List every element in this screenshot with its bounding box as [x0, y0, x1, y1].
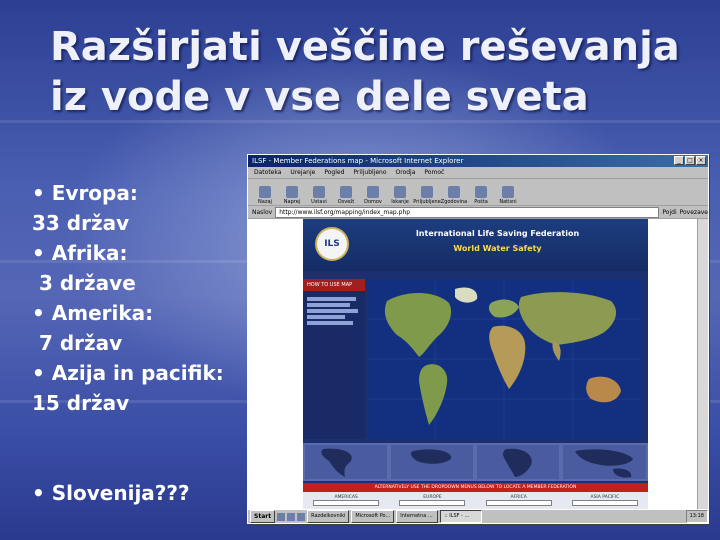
how-to-use-map-button[interactable]: HOW TO USE MAP	[303, 279, 365, 291]
taskbar-item[interactable]: Internetna ...	[396, 510, 439, 523]
bullet-africa-count: 3 države	[32, 271, 136, 295]
world-map[interactable]	[367, 279, 641, 439]
stop-icon	[313, 186, 325, 198]
taskbar-item-active[interactable]: :: ILSF - ...	[440, 510, 483, 523]
africa-select[interactable]	[485, 500, 552, 506]
address-label: Naslov	[252, 208, 273, 216]
browser-menubar: Datoteka Urejanje Pogled Priljubljeno Or…	[248, 167, 708, 179]
menu-view[interactable]: Pogled	[324, 167, 344, 178]
close-icon[interactable]: ×	[696, 156, 706, 165]
quick-launch-icon[interactable]	[297, 512, 306, 521]
bullet-asia-pacific-count: 15 držav	[32, 391, 130, 415]
org-name: International Life Saving Federation	[415, 229, 580, 238]
star-icon	[421, 186, 433, 198]
bullet-europe: • Evropa:	[32, 181, 138, 205]
search-icon	[394, 186, 406, 198]
bullet-americas: • Amerika:	[32, 301, 154, 325]
world-map-graphic	[367, 279, 641, 439]
print-button[interactable]: Natisni	[497, 186, 519, 205]
tagline: World Water Safety	[453, 244, 542, 253]
forward-button[interactable]: Naprej	[281, 186, 303, 205]
slide-title: Razširjati veščine reševanja iz vode v v…	[50, 22, 690, 122]
asia-pacific-select[interactable]	[571, 500, 638, 506]
title-line-2: iz vode v vse dele sveta	[50, 74, 589, 120]
region-picker-header: ALTERNATIVELY USE THE DROPDOWN MENUS BEL…	[303, 483, 648, 492]
bullet-africa: • Afrika:	[32, 241, 128, 265]
menu-tools[interactable]: Orodja	[396, 167, 416, 178]
minimize-icon[interactable]: _	[674, 156, 684, 165]
bullet-asia-pacific: • Azija in pacifik:	[32, 361, 224, 385]
back-arrow-icon	[259, 186, 271, 198]
bullet-list: • Evropa: 33 držav • Afrika: 3 države • …	[32, 178, 252, 508]
region-thumbnails-graphic	[305, 445, 646, 479]
refresh-button[interactable]: Osveži	[335, 186, 357, 205]
ilsf-logo: ILS	[315, 227, 349, 261]
stop-button[interactable]: Ustavi	[308, 186, 330, 205]
menu-favorites[interactable]: Priljubljeno	[353, 167, 386, 178]
ilsf-site: ILS International Life Saving Federation…	[303, 219, 648, 509]
address-input[interactable]: http://www.ilsf.org/mapping/index_map.ph…	[275, 206, 660, 218]
region-pickers: AMERICAS EUROPE AFRICA ASIA PACIFIC	[303, 492, 648, 509]
region-thumbnails	[303, 443, 648, 481]
favorites-button[interactable]: Priljubljene	[413, 186, 441, 205]
history-button[interactable]: Zgodovina	[441, 186, 467, 205]
go-button[interactable]: Pojdi	[662, 209, 676, 216]
browser-titlebar: ILSF - Member Federations map - Microsof…	[248, 155, 708, 167]
picker-africa: AFRICA	[484, 495, 554, 506]
picker-americas: AMERICAS	[311, 495, 381, 506]
address-bar: Naslov http://www.ilsf.org/mapping/index…	[248, 206, 708, 219]
links-button[interactable]: Povezave	[680, 209, 708, 216]
taskbar-item[interactable]: Microsoft Po...	[351, 510, 395, 523]
start-button[interactable]: Start	[250, 510, 276, 523]
system-tray-clock: 13:18	[685, 510, 708, 523]
picker-europe: EUROPE	[397, 495, 467, 506]
mail-button[interactable]: Pošta	[470, 186, 492, 205]
europe-select[interactable]	[399, 500, 466, 506]
menu-help[interactable]: Pomoč	[424, 167, 444, 178]
home-button[interactable]: Domov	[362, 186, 384, 205]
browser-screenshot: ILSF - Member Federations map - Microsof…	[247, 154, 709, 524]
bullet-europe-count: 33 držav	[32, 211, 130, 235]
back-button[interactable]: Nazaj	[254, 186, 276, 205]
picker-asia-pacific: ASIA PACIFIC	[570, 495, 640, 506]
search-button[interactable]: Iskanje	[389, 186, 411, 205]
vertical-scrollbar[interactable]	[697, 219, 708, 509]
history-icon	[448, 186, 460, 198]
taskbar: Start Razdelkovniki Microsoft Po... Inte…	[248, 509, 708, 523]
quick-launch-icon[interactable]	[277, 512, 286, 521]
bullet-slovenia: • Slovenija???	[32, 481, 190, 505]
bullet-americas-count: 7 držav	[32, 331, 123, 355]
menu-edit[interactable]: Urejanje	[290, 167, 315, 178]
home-icon	[367, 186, 379, 198]
how-to-panel: HOW TO USE MAP	[303, 279, 365, 439]
printer-icon	[502, 186, 514, 198]
refresh-icon	[340, 186, 352, 198]
browser-viewport: ILS International Life Saving Federation…	[248, 219, 698, 509]
menu-file[interactable]: Datoteka	[254, 167, 281, 178]
taskbar-item[interactable]: Razdelkovniki	[307, 510, 350, 523]
browser-window-title: ILSF - Member Federations map - Microsof…	[252, 157, 464, 165]
maximize-icon[interactable]: □	[685, 156, 695, 165]
browser-toolbar: Nazaj Naprej Ustavi Osveži Domov Iskanje…	[248, 179, 708, 206]
americas-select[interactable]	[313, 500, 380, 506]
site-header: ILS International Life Saving Federation…	[303, 219, 648, 271]
quick-launch-icon[interactable]	[287, 512, 296, 521]
title-line-1: Razširjati veščine reševanja	[50, 24, 680, 70]
how-to-text	[303, 291, 365, 331]
forward-arrow-icon	[286, 186, 298, 198]
mail-icon	[475, 186, 487, 198]
